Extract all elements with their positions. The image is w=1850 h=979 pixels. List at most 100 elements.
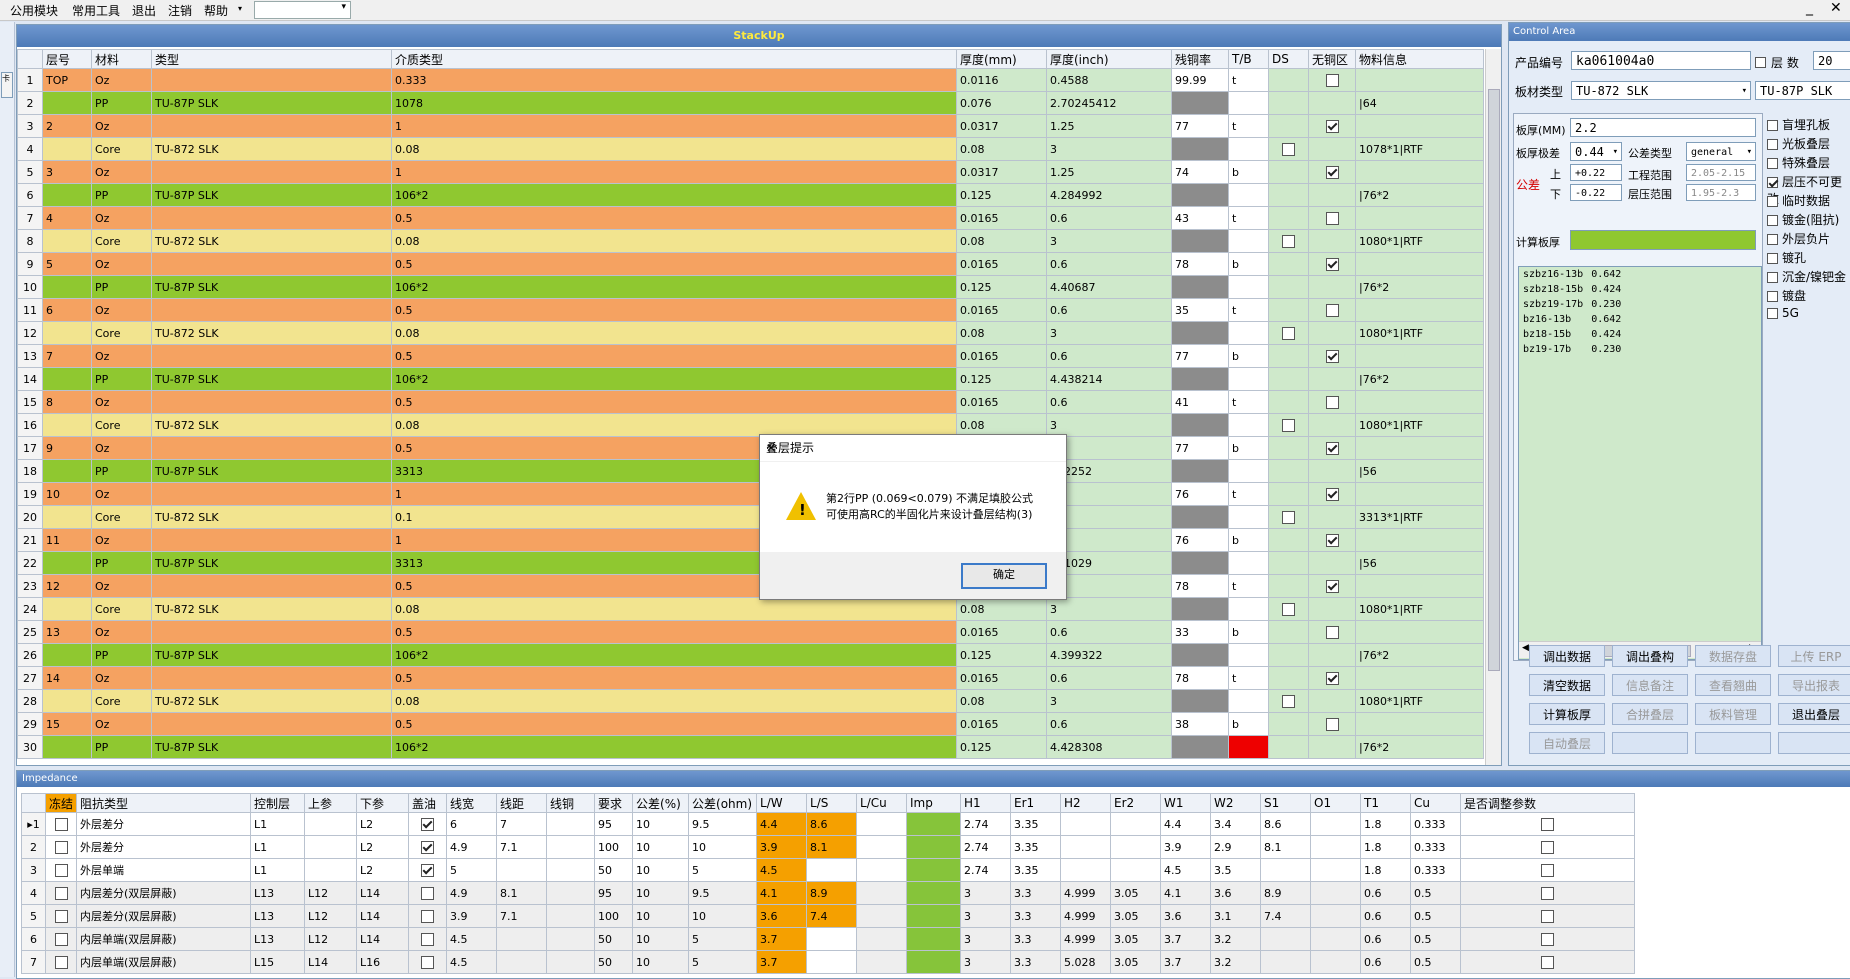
impedance-cuv-cell[interactable]: 0.5 — [1410, 927, 1462, 951]
impedance-w2-cell[interactable]: 2.9 — [1210, 835, 1262, 859]
thickness-inch-cell[interactable]: 4.399322 — [1046, 643, 1172, 667]
top-bottom-cell[interactable]: b — [1228, 436, 1269, 460]
impedance-er1-cell[interactable]: 3.3 — [1010, 950, 1062, 974]
material-info-cell[interactable] — [1355, 712, 1484, 736]
adjust-params-cell[interactable] — [1460, 950, 1636, 974]
impedance-cu-cell[interactable] — [546, 881, 596, 905]
material-info-cell[interactable]: |76*2 — [1355, 735, 1484, 759]
thickness-input[interactable]: 2.2 — [1570, 118, 1756, 137]
top-bottom-cell[interactable]: b — [1228, 528, 1269, 552]
ds-cell[interactable] — [1268, 206, 1309, 230]
type-cell[interactable] — [151, 528, 392, 552]
top-bottom-cell[interactable]: b — [1228, 160, 1269, 184]
impedance-s-cell[interactable] — [496, 950, 548, 974]
control-button[interactable]: 调出数据 — [1529, 645, 1605, 667]
adjust-params-checkbox[interactable] — [1541, 840, 1555, 854]
adjust-params-cell[interactable] — [1460, 927, 1636, 951]
freeze-checkbox[interactable] — [54, 840, 68, 854]
impedance-tolo-cell[interactable]: 5 — [688, 858, 758, 882]
material-cell[interactable]: Oz — [91, 528, 152, 552]
stackup-row[interactable]: 14 PP TU-87P SLK 106*2 0.125 4.438214 |76*2 — [17, 367, 1484, 391]
impedance-h2-cell[interactable] — [1060, 835, 1112, 859]
copper-ratio-cell[interactable]: 78 — [1171, 666, 1229, 690]
medium-type-cell[interactable]: 0.5 — [391, 206, 957, 230]
stackup-row[interactable]: 15 8 Oz 0.5 0.0165 0.6 41 t — [17, 390, 1484, 414]
impedance-w-cell[interactable]: 4.5 — [446, 927, 498, 951]
ds-cell[interactable] — [1268, 735, 1309, 759]
impedance-col-header[interactable]: 线宽 — [446, 793, 498, 813]
ds-cell[interactable] — [1268, 137, 1309, 161]
material-cell[interactable]: Oz — [91, 620, 152, 644]
impedance-cu-cell[interactable] — [546, 904, 596, 928]
control-button[interactable]: 数据存盘 — [1695, 645, 1771, 667]
layer-number-cell[interactable]: 11 — [42, 528, 92, 552]
impedance-down-cell[interactable]: L2 — [356, 812, 410, 836]
material-info-cell[interactable]: 1078*1|RTF — [1355, 137, 1484, 161]
impedance-h1-cell[interactable]: 2.74 — [960, 858, 1012, 882]
material-info-cell[interactable] — [1355, 436, 1484, 460]
copper-ratio-cell[interactable] — [1171, 137, 1229, 161]
impedance-w1-cell[interactable]: 4.1 — [1160, 881, 1212, 905]
control-button[interactable]: 合拼叠层 — [1612, 703, 1688, 725]
type-cell[interactable] — [151, 482, 392, 506]
impedance-down-cell[interactable]: L14 — [356, 927, 410, 951]
layer-number-cell[interactable] — [42, 689, 92, 713]
impedance-ls-cell[interactable] — [806, 950, 858, 974]
medium-type-cell[interactable]: 0.5 — [391, 712, 957, 736]
solder-mask-checkbox[interactable] — [421, 955, 435, 969]
copper-ratio-cell[interactable]: 43 — [1171, 206, 1229, 230]
ds-cell[interactable] — [1268, 505, 1309, 529]
impedance-col-header[interactable]: 线铜 — [546, 793, 596, 813]
thickness-mm-cell[interactable]: 0.08 — [956, 137, 1047, 161]
stackup-row[interactable]: 5 3 Oz 1 0.0317 1.25 74 b — [17, 160, 1484, 184]
control-button[interactable]: 查看翘曲 — [1695, 674, 1771, 696]
freeze-cell[interactable] — [44, 904, 78, 928]
material-cell[interactable]: Oz — [91, 252, 152, 276]
impedance-lcu-cell[interactable] — [856, 950, 908, 974]
ds-cell[interactable] — [1268, 528, 1309, 552]
impedance-req-cell[interactable]: 100 — [594, 835, 634, 859]
thickness-inch-cell[interactable]: 0.4588 — [1046, 68, 1172, 92]
impedance-t1-cell[interactable]: 1.8 — [1360, 858, 1412, 882]
no-copper-cell[interactable] — [1308, 413, 1356, 437]
top-bottom-cell[interactable] — [1228, 597, 1269, 621]
copper-ratio-cell[interactable]: 99.99 — [1171, 68, 1229, 92]
type-cell[interactable]: TU-87P SLK — [151, 735, 392, 759]
no-copper-checkbox[interactable] — [1325, 303, 1339, 317]
adjust-params-cell[interactable] — [1460, 812, 1636, 836]
impedance-col-header[interactable]: Er2 — [1110, 793, 1162, 813]
no-copper-cell[interactable] — [1308, 643, 1356, 667]
option-checkbox[interactable]: 镀孔 — [1767, 249, 1806, 266]
control-button[interactable]: 调出叠构 — [1612, 645, 1688, 667]
medium-type-cell[interactable]: 1 — [391, 160, 957, 184]
thickness-mm-cell[interactable]: 0.08 — [956, 597, 1047, 621]
ds-cell[interactable] — [1268, 482, 1309, 506]
type-cell[interactable] — [151, 436, 392, 460]
control-button[interactable] — [1778, 732, 1850, 754]
impedance-w2-cell[interactable]: 3.4 — [1210, 812, 1262, 836]
board-type-secondary-input[interactable]: TU-87P SLK — [1755, 81, 1850, 100]
thickness-mm-cell[interactable]: 0.0317 — [956, 114, 1047, 138]
stackup-col-header[interactable]: 残铜率 — [1171, 49, 1229, 69]
solder-mask-checkbox[interactable] — [421, 863, 435, 877]
ds-cell[interactable] — [1268, 321, 1309, 345]
impedance-down-cell[interactable]: L14 — [356, 881, 410, 905]
ds-cell[interactable] — [1268, 91, 1309, 115]
impedance-tolp-cell[interactable]: 10 — [632, 927, 690, 951]
medium-type-cell[interactable]: 0.5 — [391, 666, 957, 690]
impedance-w1-cell[interactable]: 4.5 — [1160, 858, 1212, 882]
impedance-lcu-cell[interactable] — [856, 812, 908, 836]
impedance-ctl-cell[interactable]: L13 — [250, 904, 306, 928]
stackup-row[interactable]: 2 PP TU-87P SLK 1078 0.076 2.70245412 |64 — [17, 91, 1484, 115]
thickness-inch-cell[interactable]: 3 — [1046, 321, 1172, 345]
impedance-lcu-cell[interactable] — [856, 835, 908, 859]
impedance-s-cell[interactable]: 7 — [496, 812, 548, 836]
impedance-tolp-cell[interactable]: 10 — [632, 858, 690, 882]
impedance-w2-cell[interactable]: 3.2 — [1210, 927, 1262, 951]
impedance-o1-cell[interactable] — [1310, 812, 1362, 836]
impedance-row[interactable]: 3 外层单端 L1 L2 5 50 10 5 4.5 2.74 3.35 4.5 3.5 1.8 0.333 — [21, 858, 1636, 882]
impedance-row[interactable]: 7 内层单端(双层屏蔽) L15 L14 L16 4.5 50 10 5 3.7 3 3.3 5.028… — [21, 950, 1636, 974]
control-button[interactable] — [1695, 732, 1771, 754]
checkbox-box[interactable] — [1767, 308, 1778, 319]
ds-cell[interactable] — [1268, 712, 1309, 736]
